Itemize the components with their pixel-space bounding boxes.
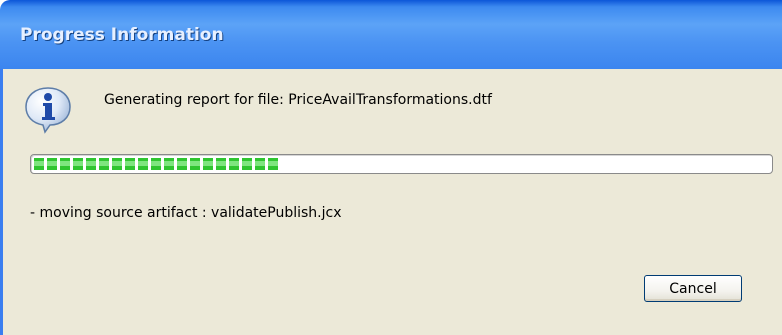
subtask-label: - moving source artifact : validatePubli… <box>30 205 342 221</box>
info-icon <box>25 87 71 134</box>
status-message: Generating report for file: PriceAvailTr… <box>104 92 492 108</box>
progress-dialog: Progress Information Generating report f… <box>0 0 782 335</box>
title-bar[interactable]: Progress Information <box>0 0 782 69</box>
cancel-button[interactable]: Cancel <box>644 275 742 302</box>
progress-bar <box>30 154 773 174</box>
window-title: Progress Information <box>20 25 224 45</box>
dialog-body: Generating report for file: PriceAvailTr… <box>0 69 782 335</box>
progress-bar-fill <box>34 158 278 170</box>
